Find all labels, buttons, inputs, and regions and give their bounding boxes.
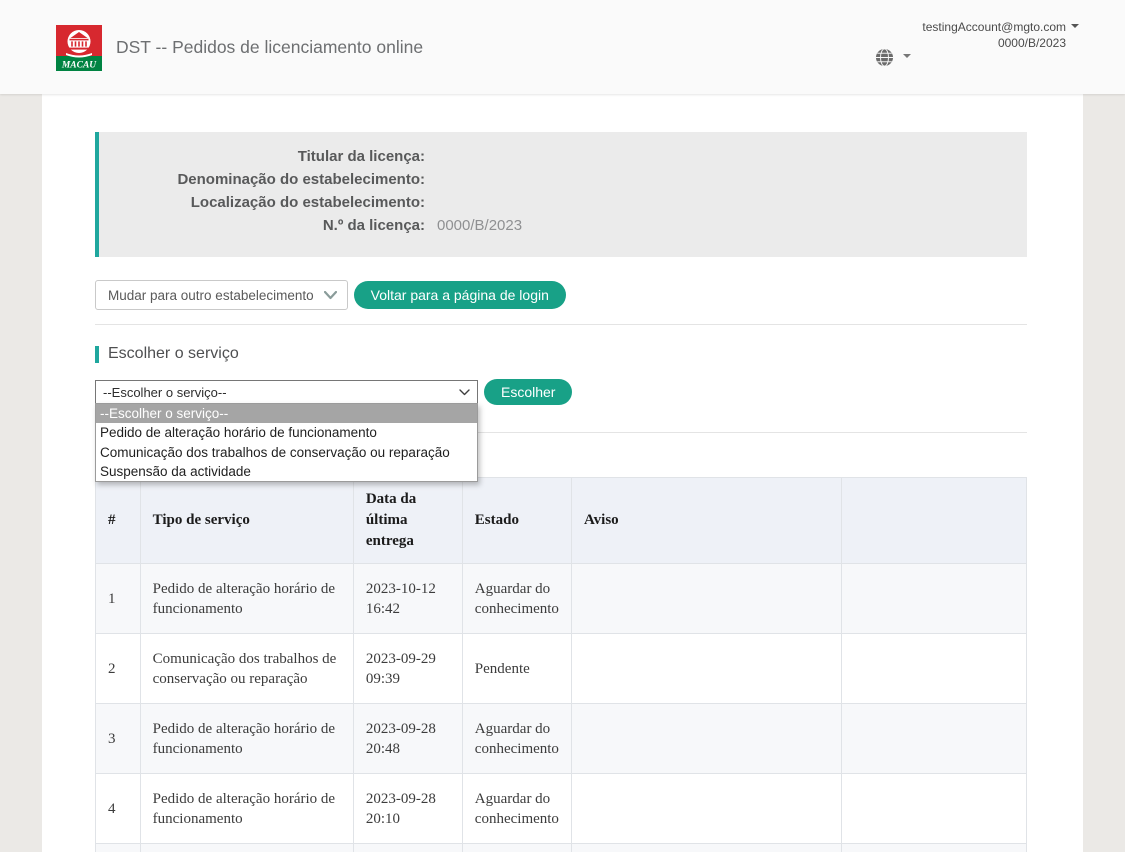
service-select-row: --Escolher o serviço-- --Escolher o serv…: [95, 380, 1027, 405]
account-license-number: 0000/B/2023: [922, 35, 1079, 51]
cell-tipo: [140, 844, 353, 852]
service-section-title: Escolher o serviço: [95, 345, 1027, 363]
divider: [95, 324, 1027, 325]
cell-action: [841, 564, 1026, 634]
page: MACAU DST -- Pedidos de licenciamento on…: [0, 0, 1125, 852]
chevron-down-icon: [459, 389, 470, 396]
cell-tipo: Comunicação dos trabalhos de conservação…: [140, 634, 353, 704]
license-field-label: N.º da licença:: [99, 214, 425, 237]
records-table: # Tipo de serviço Data da última entrega…: [95, 477, 1027, 852]
col-header-data: Data da última entrega: [353, 478, 462, 564]
cell-data: 2023-09-29 09:39: [353, 634, 462, 704]
table-row: 1Pedido de alteração horário de funciona…: [96, 564, 1027, 634]
svg-text:MACAU: MACAU: [61, 61, 97, 71]
service-option[interactable]: --Escolher o serviço--: [96, 404, 477, 423]
col-header-num: #: [96, 478, 141, 564]
mgto-logo-icon: MACAU: [56, 25, 102, 71]
content-card: Titular da licença:Denominação do estabe…: [42, 94, 1083, 852]
col-header-action: [841, 478, 1026, 564]
service-option[interactable]: Suspensão da actividade: [96, 462, 477, 481]
caret-down-icon: [1071, 24, 1079, 32]
back-to-login-button[interactable]: Voltar para a página de login: [354, 281, 566, 309]
service-option[interactable]: Pedido de alteração horário de funcionam…: [96, 423, 477, 442]
account-block: testingAccount@mgto.com 0000/B/2023: [922, 19, 1079, 51]
cell-data: 2023-09-22: [353, 844, 462, 852]
choose-service-button[interactable]: Escolher: [484, 379, 572, 405]
caret-down-icon: [903, 54, 911, 62]
cell-num: 2: [96, 634, 141, 704]
license-field-row: N.º da licença: 0000/B/2023: [99, 214, 1027, 237]
cell-action: [841, 774, 1026, 844]
cell-estado: Pendente: [462, 634, 571, 704]
cell-action: [841, 634, 1026, 704]
cell-estado: [462, 844, 571, 852]
license-field-label: Localização do estabelecimento:: [99, 191, 425, 214]
cell-num: 4: [96, 774, 141, 844]
cell-estado: Aguardar do conhecimento: [462, 564, 571, 634]
table-row: 3Pedido de alteração horário de funciona…: [96, 704, 1027, 774]
service-select-open-list: --Escolher o serviço--Pedido de alteraçã…: [95, 403, 478, 482]
chevron-down-icon: [324, 291, 337, 300]
license-field-label: Denominação do estabelecimento:: [99, 168, 425, 191]
cell-estado: Aguardar do conhecimento: [462, 774, 571, 844]
cell-num: 3: [96, 704, 141, 774]
cell-aviso: [571, 774, 841, 844]
cell-tipo: Pedido de alteração horário de funcionam…: [140, 774, 353, 844]
service-section-title-text: Escolher o serviço: [108, 345, 239, 363]
cell-data: 2023-09-28 20:10: [353, 774, 462, 844]
cell-data: 2023-10-12 16:42: [353, 564, 462, 634]
table-row: 2Comunicação dos trabalhos de conservaçã…: [96, 634, 1027, 704]
cell-num: 1: [96, 564, 141, 634]
cell-aviso: [571, 564, 841, 634]
service-select-value: --Escolher o serviço--: [103, 385, 227, 400]
cell-action: Consultar o registo: [841, 844, 1026, 852]
action-row: Mudar para outro estabelecimento Voltar …: [95, 280, 1027, 310]
cell-aviso: [571, 844, 841, 852]
account-email: testingAccount@mgto.com: [922, 20, 1066, 34]
app-header: MACAU DST -- Pedidos de licenciamento on…: [0, 0, 1125, 94]
change-establishment-dropdown[interactable]: Mudar para outro estabelecimento: [95, 280, 348, 310]
cell-aviso: [571, 634, 841, 704]
license-info-panel: Titular da licença:Denominação do estabe…: [95, 132, 1027, 257]
cell-estado: Aguardar do conhecimento: [462, 704, 571, 774]
cell-data: 2023-09-28 20:48: [353, 704, 462, 774]
table-row: 2023-09-22 Consultar o registo: [96, 844, 1027, 852]
col-header-estado: Estado: [462, 478, 571, 564]
license-field-row: Localização do estabelecimento:: [99, 191, 1027, 214]
col-header-aviso: Aviso: [571, 478, 841, 564]
language-selector[interactable]: [875, 48, 911, 67]
cell-aviso: [571, 704, 841, 774]
globe-icon: [875, 48, 894, 67]
license-field-row: Titular da licença:: [99, 145, 1027, 168]
service-select[interactable]: --Escolher o serviço--: [95, 380, 478, 404]
cell-action: [841, 704, 1026, 774]
license-field-value: 0000/B/2023: [437, 214, 522, 237]
cell-num: [96, 844, 141, 852]
col-header-tipo: Tipo de serviço: [140, 478, 353, 564]
service-option[interactable]: Comunicação dos trabalhos de conservação…: [96, 443, 477, 462]
cell-tipo: Pedido de alteração horário de funcionam…: [140, 564, 353, 634]
table-header-row: # Tipo de serviço Data da última entrega…: [96, 478, 1027, 564]
page-title: DST -- Pedidos de licenciamento online: [116, 37, 423, 58]
section-accent-bar: [95, 346, 99, 363]
change-establishment-label: Mudar para outro estabelecimento: [108, 288, 314, 303]
account-menu[interactable]: testingAccount@mgto.com: [922, 19, 1079, 35]
license-field-label: Titular da licença:: [99, 145, 425, 168]
license-field-row: Denominação do estabelecimento:: [99, 168, 1027, 191]
table-row: 4Pedido de alteração horário de funciona…: [96, 774, 1027, 844]
cell-tipo: Pedido de alteração horário de funcionam…: [140, 704, 353, 774]
